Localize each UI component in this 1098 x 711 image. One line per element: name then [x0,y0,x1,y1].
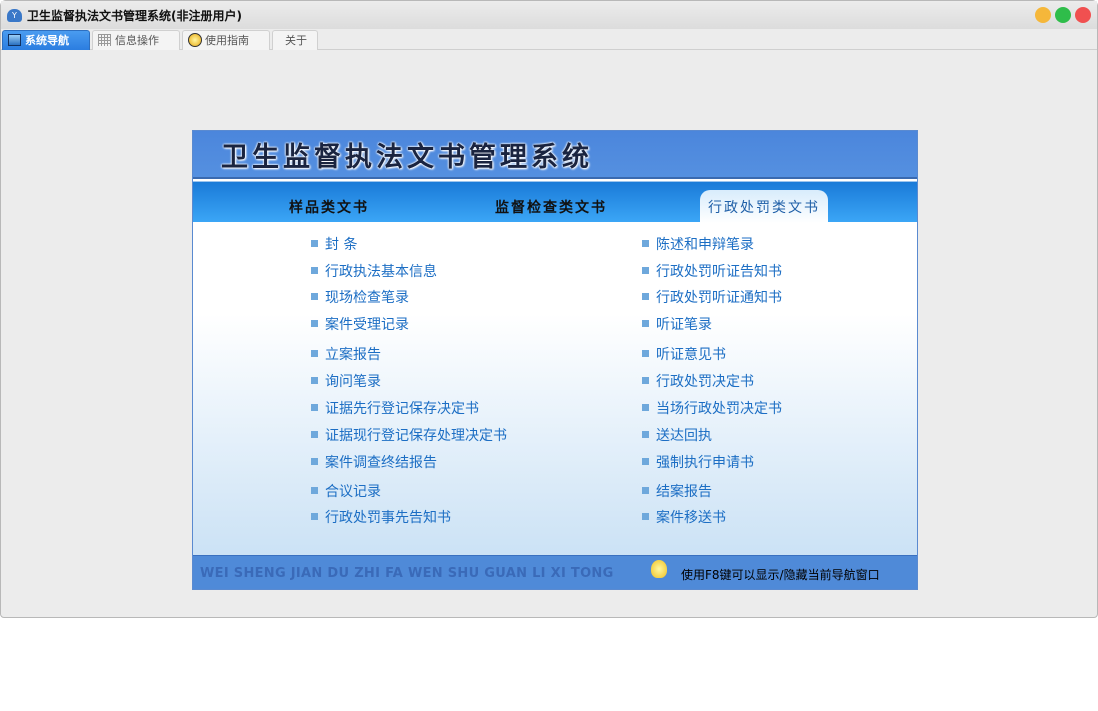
document-link[interactable]: 案件调查终结报告 [311,452,437,472]
bullet-icon [642,431,649,438]
document-link[interactable]: 立案报告 [311,344,381,364]
maximize-button[interactable] [1055,7,1071,23]
tab-label: 系统导航 [25,34,69,47]
document-link-label: 现场检查笔录 [325,290,409,306]
tab-bar: 系统导航 信息操作 使用指南 关于 [1,29,1097,50]
document-link-label: 证据先行登记保存决定书 [325,401,479,417]
bullet-icon [642,267,649,274]
document-link-label: 案件移送书 [656,510,726,526]
nav-inspection-docs[interactable]: 监督检查类文书 [495,197,607,217]
tab-label: 使用指南 [205,34,249,47]
document-link[interactable]: 行政执法基本信息 [311,261,437,281]
document-link-label: 案件受理记录 [325,317,409,333]
document-link-label: 案件调查终结报告 [325,455,437,471]
main-window: Y 卫生监督执法文书管理系统(非注册用户) 系统导航 信息操作 使用指南 关于 … [0,0,1098,618]
document-link-label: 当场行政处罚决定书 [656,401,782,417]
bullet-icon [311,513,318,520]
document-link-label: 封 条 [325,237,358,253]
document-link[interactable]: 陈述和申辩笔录 [642,234,754,254]
document-link[interactable]: 行政处罚听证通知书 [642,287,782,307]
document-link[interactable]: 证据现行登记保存处理决定书 [311,425,507,445]
grid-icon [98,34,111,46]
bullet-icon [311,320,318,327]
bullet-icon [311,487,318,494]
document-link[interactable]: 询问笔录 [311,371,381,391]
bullet-icon [311,267,318,274]
help-icon [188,33,202,47]
document-link-label: 行政处罚决定书 [656,374,754,390]
banner: 卫生监督执法文书管理系统 [193,131,917,179]
category-nav: 样品类文书 监督检查类文书 行政处罚类文书 [193,181,917,223]
minimize-button[interactable] [1035,7,1051,23]
document-link[interactable]: 行政处罚决定书 [642,371,754,391]
document-link-label: 强制执行申请书 [656,455,754,471]
document-link-label: 行政处罚事先告知书 [325,510,451,526]
close-button[interactable] [1075,7,1091,23]
tab-label: 关于 [285,34,307,47]
bullet-icon [642,240,649,247]
document-link-label: 陈述和申辩笔录 [656,237,754,253]
bullet-icon [642,350,649,357]
bullet-icon [642,513,649,520]
monitor-icon [8,34,21,46]
f8-hint: 使用F8键可以显示/隐藏当前导航窗口 [681,568,880,582]
document-link-label: 询问笔录 [325,374,381,390]
bullet-icon [311,404,318,411]
tab-system-nav[interactable]: 系统导航 [2,30,90,50]
document-link[interactable]: 行政处罚事先告知书 [311,507,451,527]
document-link[interactable]: 行政处罚听证告知书 [642,261,782,281]
document-link-label: 合议记录 [325,484,381,500]
document-link[interactable]: 案件受理记录 [311,314,409,334]
bullet-icon [311,350,318,357]
bullet-icon [642,377,649,384]
bullet-icon [642,487,649,494]
bullet-icon [311,458,318,465]
document-link[interactable]: 现场检查笔录 [311,287,409,307]
document-link[interactable]: 合议记录 [311,481,381,501]
document-link[interactable]: 听证意见书 [642,344,726,364]
bullet-icon [311,293,318,300]
document-link-label: 送达回执 [656,428,712,444]
navigation-panel: 卫生监督执法文书管理系统 样品类文书 监督检查类文书 行政处罚类文书 封 条行政… [192,130,918,590]
banner-title: 卫生监督执法文书管理系统 [221,142,593,173]
nav-sample-docs[interactable]: 样品类文书 [289,197,369,217]
tab-label: 信息操作 [115,34,159,47]
document-link-label: 行政执法基本信息 [325,264,437,280]
lightbulb-icon [651,560,667,578]
document-link[interactable]: 送达回执 [642,425,712,445]
document-link[interactable]: 强制执行申请书 [642,452,754,472]
document-link-label: 结案报告 [656,484,712,500]
tab-guide[interactable]: 使用指南 [182,30,270,50]
document-link-label: 行政处罚听证通知书 [656,290,782,306]
bullet-icon [642,404,649,411]
window-title: 卫生监督执法文书管理系统(非注册用户) [27,9,242,23]
bullet-icon [642,293,649,300]
bullet-icon [311,431,318,438]
title-bar: Y 卫生监督执法文书管理系统(非注册用户) [1,1,1097,29]
bullet-icon [642,458,649,465]
document-link[interactable]: 封 条 [311,234,357,254]
pinyin-title: WEI SHENG JIAN DU ZHI FA WEN SHU GUAN LI… [200,566,614,581]
bullet-icon [642,320,649,327]
bullet-icon [311,377,318,384]
bullet-icon [311,240,318,247]
tab-info-ops[interactable]: 信息操作 [92,30,180,50]
document-link[interactable]: 证据先行登记保存决定书 [311,398,479,418]
document-link-label: 听证笔录 [656,317,712,333]
document-link-label: 立案报告 [325,347,381,363]
tab-about[interactable]: 关于 [272,30,318,50]
cloud-app-icon: Y [7,9,22,22]
document-link-label: 证据现行登记保存处理决定书 [325,428,507,444]
document-link-label: 听证意见书 [656,347,726,363]
document-link[interactable]: 案件移送书 [642,507,726,527]
footer-bar: WEI SHENG JIAN DU ZHI FA WEN SHU GUAN LI… [193,555,917,589]
document-link[interactable]: 当场行政处罚决定书 [642,398,782,418]
document-link[interactable]: 结案报告 [642,481,712,501]
nav-penalty-docs[interactable]: 行政处罚类文书 [700,190,828,223]
document-link-label: 行政处罚听证告知书 [656,264,782,280]
document-link[interactable]: 听证笔录 [642,314,712,334]
